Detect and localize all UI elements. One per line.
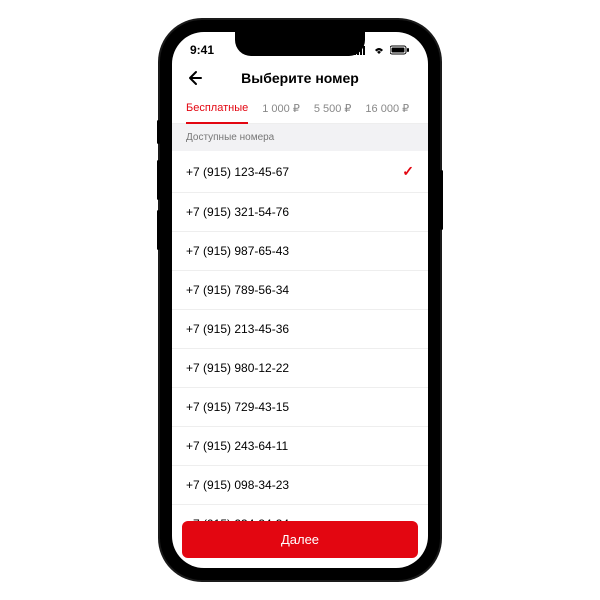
tab-1000[interactable]: 1 000 ₽ [262, 98, 300, 123]
phone-number: +7 (915) 243-64-11 [186, 439, 288, 453]
price-tabs: Бесплатные 1 000 ₽ 5 500 ₽ 16 000 ₽ [172, 98, 428, 124]
status-time: 9:41 [190, 43, 214, 57]
phone-number: +7 (915) 213-45-36 [186, 322, 289, 336]
tab-16000[interactable]: 16 000 ₽ [365, 98, 409, 123]
section-header: Доступные номера [172, 124, 428, 151]
phone-number: +7 (915) 729-43-15 [186, 400, 289, 414]
phone-number: +7 (915) 789-56-34 [186, 283, 289, 297]
list-item[interactable]: +7 (915) 789-56-34 [172, 271, 428, 310]
arrow-left-icon [184, 68, 204, 88]
check-icon: ✓ [402, 163, 414, 180]
footer: Далее [172, 521, 428, 568]
list-item[interactable]: +7 (915) 234-34-34 [172, 505, 428, 521]
notch [235, 32, 365, 56]
list-item[interactable]: +7 (915) 123-45-67 ✓ [172, 151, 428, 193]
list-item[interactable]: +7 (915) 987-65-43 [172, 232, 428, 271]
wifi-icon [372, 45, 386, 55]
nav-bar: Выберите номер [172, 62, 428, 98]
phone-number: +7 (915) 123-45-67 [186, 165, 289, 179]
number-list[interactable]: +7 (915) 123-45-67 ✓ +7 (915) 321-54-76 … [172, 151, 428, 521]
list-item[interactable]: +7 (915) 098-34-23 [172, 466, 428, 505]
phone-number: +7 (915) 321-54-76 [186, 205, 289, 219]
list-item[interactable]: +7 (915) 213-45-36 [172, 310, 428, 349]
battery-icon [390, 45, 410, 55]
phone-number: +7 (915) 098-34-23 [186, 478, 289, 492]
list-item[interactable]: +7 (915) 243-64-11 [172, 427, 428, 466]
list-item[interactable]: +7 (915) 321-54-76 [172, 193, 428, 232]
phone-number: +7 (915) 987-65-43 [186, 244, 289, 258]
phone-frame: 9:41 Выберите номер Бесплатные 1 000 ₽ 5… [160, 20, 440, 580]
list-item[interactable]: +7 (915) 980-12-22 [172, 349, 428, 388]
back-button[interactable] [184, 68, 204, 88]
list-item[interactable]: +7 (915) 729-43-15 [172, 388, 428, 427]
next-button[interactable]: Далее [182, 521, 418, 558]
page-title: Выберите номер [172, 70, 428, 86]
tab-5500[interactable]: 5 500 ₽ [314, 98, 352, 123]
phone-number: +7 (915) 980-12-22 [186, 361, 289, 375]
tab-free[interactable]: Бесплатные [186, 98, 248, 123]
